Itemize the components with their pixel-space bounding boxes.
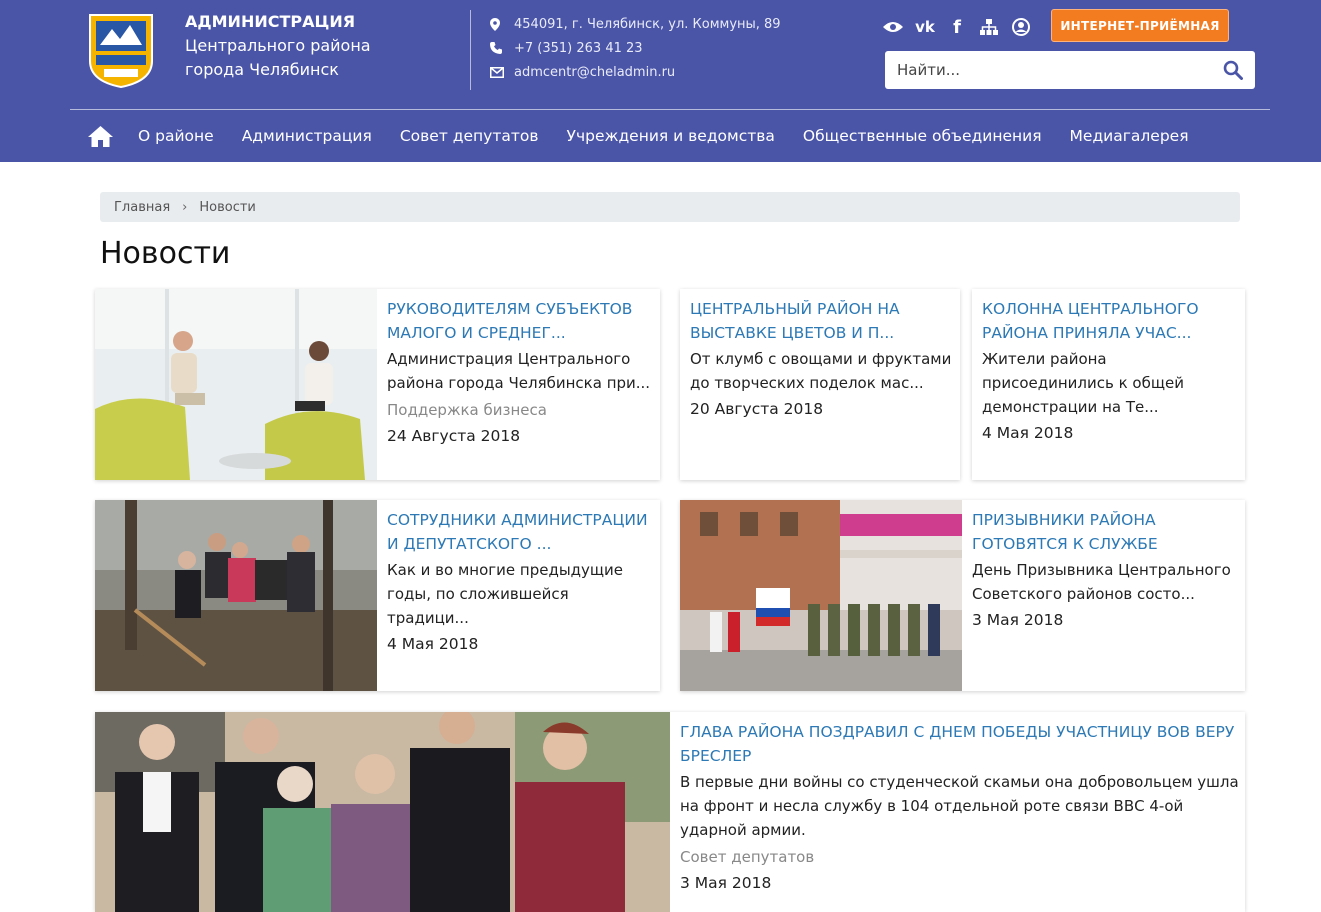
org-line-2: Центрального района	[185, 36, 371, 55]
phone-row: +7 (351) 263 41 23	[490, 36, 781, 60]
news-text: ГЛАВА РАЙОНА ПОЗДРАВИЛ С ДНЕМ ПОБЕДЫ УЧА…	[680, 720, 1245, 895]
org-line-1: АДМИНИСТРАЦИЯ	[185, 12, 356, 31]
news-description: В первые дни войны со студенческой скамь…	[680, 773, 1239, 839]
news-title[interactable]: СОТРУДНИКИ АДМИНИСТРАЦИИ И ДЕПУТАТСКОГО …	[387, 508, 654, 556]
news-description: Администрация Центрального района города…	[387, 350, 651, 392]
news-title[interactable]: РУКОВОДИТЕЛЯМ СУБЪЕКТОВ МАЛОГО И СРЕДНЕГ…	[387, 297, 654, 345]
news-description: Жители района присоединились к общей дем…	[982, 350, 1184, 416]
news-card[interactable]: ГЛАВА РАЙОНА ПОЗДРАВИЛ С ДНЕМ ПОБЕДЫ УЧА…	[95, 712, 1245, 912]
news-image[interactable]	[95, 712, 670, 912]
nav-item-about[interactable]: О районе	[138, 127, 214, 145]
news-date: 3 Мая 2018	[680, 874, 772, 892]
district-logo[interactable]	[86, 9, 156, 89]
breadcrumb-home[interactable]: Главная	[114, 200, 170, 215]
news-title[interactable]: ЦЕНТРАЛЬНЫЙ РАЙОН НА ВЫСТАВКЕ ЦВЕТОВ И П…	[690, 297, 954, 345]
site-header: АДМИНИСТРАЦИЯ Центрального района города…	[0, 0, 1321, 162]
breadcrumb-current: Новости	[199, 199, 256, 215]
search-box	[885, 51, 1255, 89]
phone-icon	[490, 42, 514, 54]
news-image[interactable]	[680, 500, 962, 691]
news-date: 3 Мая 2018	[972, 611, 1064, 629]
address-text: 454091, г. Челябинск, ул. Коммуны, 89	[514, 16, 781, 32]
news-date: 4 Мая 2018	[982, 424, 1074, 442]
news-card[interactable]: ПРИЗЫВНИКИ РАЙОНА ГОТОВЯТСЯ К СЛУЖБЕ Ден…	[680, 500, 1245, 691]
news-text: ЦЕНТРАЛЬНЫЙ РАЙОН НА ВЫСТАВКЕ ЦВЕТОВ И П…	[690, 297, 954, 421]
eye-icon[interactable]	[882, 16, 904, 38]
news-title[interactable]: КОЛОННА ЦЕНТРАЛЬНОГО РАЙОНА ПРИНЯЛА УЧАС…	[982, 297, 1239, 345]
email-row: admcentr@cheladmin.ru	[490, 60, 781, 84]
news-card[interactable]: КОЛОННА ЦЕНТРАЛЬНОГО РАЙОНА ПРИНЯЛА УЧАС…	[972, 289, 1245, 480]
news-description: От клумб с овощами и фруктами до творчес…	[690, 350, 952, 392]
news-title[interactable]: ПРИЗЫВНИКИ РАЙОНА ГОТОВЯТСЯ К СЛУЖБЕ	[972, 508, 1239, 556]
main-nav: О районе Администрация Совет депутатов У…	[88, 119, 1217, 153]
news-text: ПРИЗЫВНИКИ РАЙОНА ГОТОВЯТСЯ К СЛУЖБЕ Ден…	[972, 508, 1239, 632]
news-category[interactable]: Совет депутатов	[680, 845, 1245, 869]
vk-icon[interactable]: vk	[914, 16, 936, 38]
contacts-block: 454091, г. Челябинск, ул. Коммуны, 89 +7…	[490, 12, 781, 84]
nav-item-council[interactable]: Совет депутатов	[400, 127, 539, 145]
news-text: РУКОВОДИТЕЛЯМ СУБЪЕКТОВ МАЛОГО И СРЕДНЕГ…	[387, 297, 654, 448]
news-text: КОЛОННА ЦЕНТРАЛЬНОГО РАЙОНА ПРИНЯЛА УЧАС…	[982, 297, 1239, 445]
news-image[interactable]	[95, 289, 377, 480]
news-date: 4 Мая 2018	[387, 635, 479, 653]
home-icon[interactable]	[88, 125, 114, 147]
email-link[interactable]: admcentr@cheladmin.ru	[514, 65, 675, 80]
news-text: СОТРУДНИКИ АДМИНИСТРАЦИИ И ДЕПУТАТСКОГО …	[387, 508, 654, 656]
internet-reception-button[interactable]: ИНТЕРНЕТ-ПРИЁМНАЯ	[1051, 9, 1229, 42]
location-pin-icon	[490, 17, 514, 31]
news-category[interactable]: Поддержка бизнеса	[387, 398, 654, 422]
news-description: Как и во многие предыдущие годы, по слож…	[387, 561, 624, 627]
social-links: vk f	[882, 16, 1032, 38]
news-description: День Призывника Центрального Советского …	[972, 561, 1231, 603]
news-date: 20 Августа 2018	[690, 400, 824, 418]
breadcrumb: Главная › Новости	[100, 192, 1240, 222]
search-icon[interactable]	[1211, 60, 1255, 80]
news-image[interactable]	[95, 500, 377, 691]
organization-name: АДМИНИСТРАЦИЯ Центрального района города…	[185, 10, 371, 82]
news-date: 24 Августа 2018	[387, 427, 521, 445]
phone-text[interactable]: +7 (351) 263 41 23	[514, 41, 643, 56]
address-row: 454091, г. Челябинск, ул. Коммуны, 89	[490, 12, 781, 36]
breadcrumb-separator: ›	[182, 199, 188, 215]
search-input[interactable]	[885, 51, 1211, 89]
news-card[interactable]: ЦЕНТРАЛЬНЫЙ РАЙОН НА ВЫСТАВКЕ ЦВЕТОВ И П…	[680, 289, 960, 480]
news-card[interactable]: СОТРУДНИКИ АДМИНИСТРАЦИИ И ДЕПУТАТСКОГО …	[95, 500, 660, 691]
news-title[interactable]: ГЛАВА РАЙОНА ПОЗДРАВИЛ С ДНЕМ ПОБЕДЫ УЧА…	[680, 720, 1245, 768]
nav-item-institutions[interactable]: Учреждения и ведомства	[567, 127, 775, 145]
header-separator	[70, 109, 1270, 110]
nav-item-administration[interactable]: Администрация	[242, 127, 372, 145]
sitemap-icon[interactable]	[978, 16, 1000, 38]
page-title: Новости	[100, 236, 231, 271]
news-card[interactable]: РУКОВОДИТЕЛЯМ СУБЪЕКТОВ МАЛОГО И СРЕДНЕГ…	[95, 289, 660, 480]
org-line-3: города Челябинск	[185, 60, 339, 79]
envelope-icon	[490, 66, 514, 78]
header-divider	[470, 10, 471, 90]
nav-item-associations[interactable]: Общественные объединения	[803, 127, 1042, 145]
nav-item-media[interactable]: Медиагалерея	[1070, 127, 1189, 145]
user-icon[interactable]	[1010, 16, 1032, 38]
facebook-icon[interactable]: f	[946, 16, 968, 38]
